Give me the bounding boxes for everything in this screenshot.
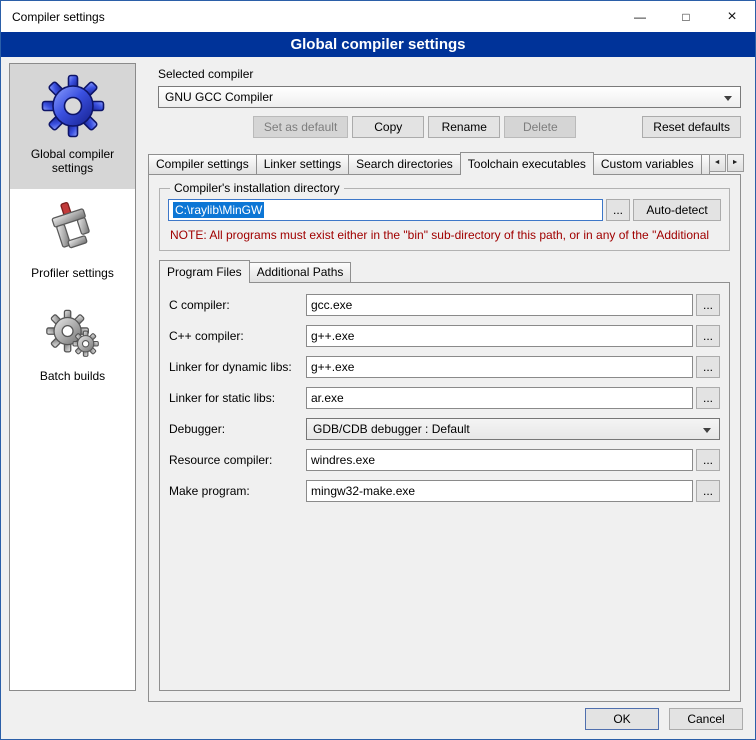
window-controls: — □ × xyxy=(617,1,755,32)
static-linker-label: Linker for static libs: xyxy=(169,391,303,405)
tab-compiler-settings[interactable]: Compiler settings xyxy=(148,154,257,174)
form-row: Linker for dynamic libs: g++.exe ... xyxy=(169,356,720,378)
install-dir-browse-button[interactable]: ... xyxy=(606,199,630,221)
debugger-label: Debugger: xyxy=(169,422,303,436)
make-program-browse-button[interactable]: ... xyxy=(696,480,720,502)
settings-category-sidebar: Global compiler settings xyxy=(9,63,136,691)
resource-compiler-input[interactable]: windres.exe xyxy=(306,449,693,471)
toolchain-executables-panel: Compiler's installation directory C:\ray… xyxy=(148,174,741,702)
page-title: Global compiler settings xyxy=(1,32,755,57)
cpp-compiler-input[interactable]: g++.exe xyxy=(306,325,693,347)
tab-scroll-left-button[interactable]: ◄ xyxy=(709,154,726,172)
copy-button[interactable]: Copy xyxy=(352,116,424,138)
bin-subdirectory-note: NOTE: All programs must exist either in … xyxy=(170,228,721,242)
set-as-default-button[interactable]: Set as default xyxy=(253,116,348,138)
tab-custom-variables[interactable]: Custom variables xyxy=(593,154,702,174)
install-dir-input[interactable]: C:\raylib\MinGW xyxy=(168,199,603,221)
tab-linker-settings[interactable]: Linker settings xyxy=(256,154,349,174)
resource-compiler-label: Resource compiler: xyxy=(169,453,303,467)
static-linker-input[interactable]: ar.exe xyxy=(306,387,693,409)
form-row: Debugger: GDB/CDB debugger : Default xyxy=(169,418,720,440)
form-row: Resource compiler: windres.exe ... xyxy=(169,449,720,471)
resource-compiler-browse-button[interactable]: ... xyxy=(696,449,720,471)
form-row: Make program: mingw32-make.exe ... xyxy=(169,480,720,502)
sidebar-item-label: Batch builds xyxy=(40,369,105,383)
auto-detect-button[interactable]: Auto-detect xyxy=(633,199,721,221)
window-title: Compiler settings xyxy=(1,10,105,24)
make-program-value: mingw32-make.exe xyxy=(311,484,415,498)
cancel-button[interactable]: Cancel xyxy=(669,708,743,730)
chevron-down-icon xyxy=(724,96,732,101)
static-linker-value: ar.exe xyxy=(311,391,344,405)
debugger-select-value: GDB/CDB debugger : Default xyxy=(313,422,470,436)
subtab-program-files[interactable]: Program Files xyxy=(159,260,250,283)
dynamic-linker-input[interactable]: g++.exe xyxy=(306,356,693,378)
dynamic-linker-label: Linker for dynamic libs: xyxy=(169,360,303,374)
sidebar-item-label: Global compiler settings xyxy=(13,147,132,175)
titlebar[interactable]: Compiler settings — □ × xyxy=(1,1,755,32)
program-subtabbar: Program Files Additional Paths xyxy=(159,260,732,282)
installation-directory-group-title: Compiler's installation directory xyxy=(170,181,344,195)
rename-button[interactable]: Rename xyxy=(428,116,500,138)
cpp-compiler-value: g++.exe xyxy=(311,329,354,343)
batch-gears-icon xyxy=(44,304,102,360)
make-program-label: Make program: xyxy=(169,484,303,498)
chevron-down-icon xyxy=(703,428,711,433)
delete-button[interactable]: Delete xyxy=(504,116,576,138)
form-row: Linker for static libs: ar.exe ... xyxy=(169,387,720,409)
make-program-input[interactable]: mingw32-make.exe xyxy=(306,480,693,502)
profiler-tool-icon xyxy=(45,199,101,257)
tab-scrollers: ◄ ► xyxy=(709,154,744,172)
c-compiler-browse-button[interactable]: ... xyxy=(696,294,720,316)
tab-search-directories[interactable]: Search directories xyxy=(348,154,461,174)
compiler-tabbar: Compiler settings Linker settings Search… xyxy=(148,151,741,174)
close-button[interactable]: × xyxy=(709,1,755,32)
minimize-button[interactable]: — xyxy=(617,1,663,32)
installation-directory-group: Compiler's installation directory C:\ray… xyxy=(159,181,730,251)
install-dir-value: C:\raylib\MinGW xyxy=(173,202,264,218)
form-row: C++ compiler: g++.exe ... xyxy=(169,325,720,347)
compiler-actions: Set as default Copy Rename Delete Reset … xyxy=(146,116,741,138)
sidebar-item-profiler-settings[interactable]: Profiler settings xyxy=(10,189,135,294)
tab-scroll-right-button[interactable]: ► xyxy=(727,154,744,172)
ok-button[interactable]: OK xyxy=(585,708,659,730)
blue-gear-icon xyxy=(41,74,105,138)
c-compiler-value: gcc.exe xyxy=(311,298,352,312)
resource-compiler-value: windres.exe xyxy=(311,453,375,467)
dialog-footer: OK Cancel xyxy=(585,708,743,730)
compiler-select[interactable]: GNU GCC Compiler xyxy=(158,86,741,108)
maximize-button[interactable]: □ xyxy=(663,1,709,32)
c-compiler-input[interactable]: gcc.exe xyxy=(306,294,693,316)
sidebar-item-label: Profiler settings xyxy=(31,266,114,280)
debugger-select[interactable]: GDB/CDB debugger : Default xyxy=(306,418,720,440)
cpp-compiler-browse-button[interactable]: ... xyxy=(696,325,720,347)
compiler-settings-window: Compiler settings — □ × Global compiler … xyxy=(0,0,756,740)
static-linker-browse-button[interactable]: ... xyxy=(696,387,720,409)
subtab-additional-paths[interactable]: Additional Paths xyxy=(249,262,352,282)
tab-toolchain-executables[interactable]: Toolchain executables xyxy=(460,152,594,175)
dynamic-linker-browse-button[interactable]: ... xyxy=(696,356,720,378)
form-row: C compiler: gcc.exe ... xyxy=(169,294,720,316)
sidebar-item-global-compiler-settings[interactable]: Global compiler settings xyxy=(10,64,135,189)
selected-compiler-label: Selected compiler xyxy=(158,67,749,81)
main-panel: Selected compiler GNU GCC Compiler Set a… xyxy=(146,63,749,702)
c-compiler-label: C compiler: xyxy=(169,298,303,312)
sidebar-item-batch-builds[interactable]: Batch builds xyxy=(10,294,135,397)
program-files-panel: C compiler: gcc.exe ... C++ compiler: g+… xyxy=(159,282,730,691)
compiler-select-value: GNU GCC Compiler xyxy=(165,90,273,104)
dialog-body: Global compiler settings xyxy=(1,57,755,739)
dynamic-linker-value: g++.exe xyxy=(311,360,354,374)
reset-defaults-button[interactable]: Reset defaults xyxy=(642,116,741,138)
cpp-compiler-label: C++ compiler: xyxy=(169,329,303,343)
installation-directory-row: C:\raylib\MinGW ... Auto-detect xyxy=(168,199,721,221)
